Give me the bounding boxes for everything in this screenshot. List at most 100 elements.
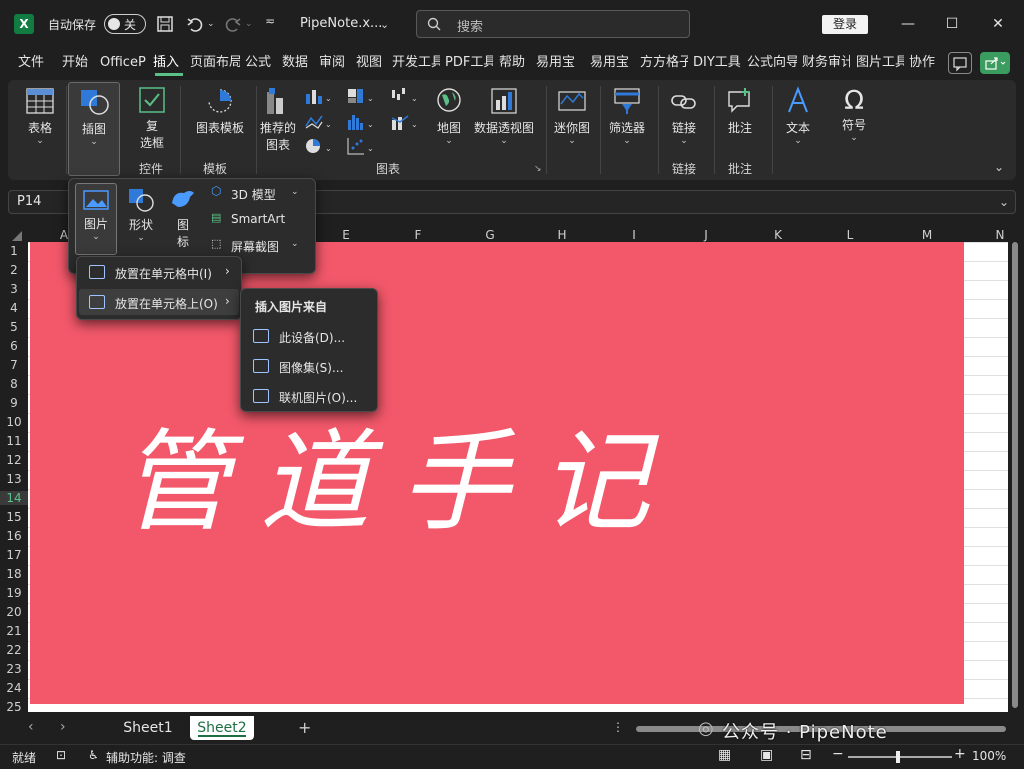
- tab-review[interactable]: 审阅: [319, 50, 351, 76]
- collapse-ribbon-icon[interactable]: ⌄: [994, 160, 1004, 174]
- scroll-right-icon[interactable]: ›: [60, 719, 66, 735]
- screenshot-button[interactable]: ⬚ 屏幕截图 ⌄: [209, 235, 305, 257]
- sheet-tab-active[interactable]: Sheet2: [190, 716, 254, 740]
- comment-button[interactable]: 批注: [720, 86, 760, 136]
- tab-view[interactable]: 视图: [356, 50, 388, 76]
- tab-diy-tools[interactable]: DIY工具: [693, 50, 741, 76]
- scroll-left-icon[interactable]: ‹: [28, 719, 34, 735]
- line-chart-icon[interactable]: ⌄: [304, 112, 332, 132]
- filters-button[interactable]: 筛选器 ⌄: [606, 86, 648, 146]
- dialog-launcher-icon[interactable]: ↘: [534, 164, 542, 174]
- vertical-scrollbar[interactable]: [1008, 242, 1022, 712]
- pivot-chart-button[interactable]: 数据透视图 ⌄: [472, 86, 536, 146]
- column-header[interactable]: J: [700, 228, 712, 242]
- accessibility-status[interactable]: 辅助功能: 调查: [106, 749, 186, 766]
- row-header[interactable]: 15: [0, 510, 28, 524]
- save-icon[interactable]: [156, 15, 174, 33]
- tab-help[interactable]: 帮助: [499, 50, 531, 76]
- row-header[interactable]: 1: [0, 244, 28, 258]
- tab-pdf-tools[interactable]: PDF工具: [445, 50, 493, 76]
- zoom-in-icon[interactable]: +: [954, 746, 966, 762]
- file-name[interactable]: PipeNote.x...: [300, 16, 382, 31]
- column-header[interactable]: F: [412, 228, 424, 242]
- pie-chart-small-icon[interactable]: ⌄: [304, 136, 332, 156]
- name-box[interactable]: P14: [17, 194, 41, 209]
- filename-chevron-icon[interactable]: ⌄: [380, 18, 389, 31]
- row-header[interactable]: 22: [0, 643, 28, 657]
- row-header[interactable]: 6: [0, 339, 28, 353]
- map-button[interactable]: 地图 ⌄: [432, 86, 466, 146]
- shapes-button[interactable]: 形状 ⌄: [123, 183, 159, 243]
- 3d-models-button[interactable]: ⬡ 3D 模型 ⌄: [209, 183, 305, 205]
- row-header[interactable]: 13: [0, 472, 28, 486]
- minimize-icon[interactable]: —: [896, 12, 920, 36]
- redo-icon[interactable]: [224, 15, 242, 33]
- row-header[interactable]: 3: [0, 282, 28, 296]
- column-header[interactable]: G: [484, 228, 496, 242]
- table-button[interactable]: 表格 ⌄: [20, 86, 60, 146]
- tab-picture-tools[interactable]: 图片工具: [856, 50, 904, 76]
- maximize-icon[interactable]: ☐: [940, 12, 964, 36]
- combo-chart-icon[interactable]: ⌄: [390, 112, 418, 132]
- recommended-charts-button[interactable]: 推荐的 图表: [258, 86, 298, 153]
- pictures-button[interactable]: 图片 ⌄: [75, 183, 117, 255]
- zoom-out-icon[interactable]: −: [832, 746, 844, 762]
- smartart-button[interactable]: ▤ SmartArt: [209, 209, 305, 231]
- scrollbar-thumb[interactable]: [1012, 242, 1018, 708]
- sparklines-button[interactable]: 迷你图 ⌄: [552, 86, 592, 146]
- tab-home[interactable]: 开始: [62, 50, 94, 76]
- row-header[interactable]: 20: [0, 605, 28, 619]
- autosave-toggle[interactable]: 关: [104, 14, 146, 34]
- close-icon[interactable]: ✕: [986, 12, 1010, 36]
- comments-icon[interactable]: [948, 52, 972, 74]
- row-header[interactable]: 10: [0, 415, 28, 429]
- tab-data[interactable]: 数据: [282, 50, 314, 76]
- page-layout-view-icon[interactable]: ▣: [760, 747, 773, 763]
- select-all-corner[interactable]: [8, 230, 22, 241]
- tab-developer[interactable]: 开发工具: [392, 50, 440, 76]
- tab-finance-audit[interactable]: 财务审计: [802, 50, 850, 76]
- symbols-button[interactable]: Ω 符号 ⌄: [834, 86, 874, 143]
- row-header[interactable]: 4: [0, 301, 28, 315]
- tab-yiyongbao-1[interactable]: 易用宝: [536, 50, 580, 76]
- column-header[interactable]: M: [920, 228, 934, 242]
- row-header[interactable]: 5: [0, 320, 28, 334]
- tab-insert[interactable]: 插入: [153, 50, 185, 76]
- sheet-tab[interactable]: Sheet1: [112, 716, 184, 740]
- checkbox-button[interactable]: 复 选框: [132, 86, 172, 151]
- share-icon[interactable]: [980, 52, 1010, 74]
- scatter-chart-icon[interactable]: ⌄: [346, 136, 374, 156]
- undo-icon[interactable]: [186, 15, 204, 33]
- hierarchy-chart-icon[interactable]: ⌄: [346, 86, 374, 106]
- row-header[interactable]: 12: [0, 453, 28, 467]
- row-header[interactable]: 21: [0, 624, 28, 638]
- accessibility-icon[interactable]: ♿: [88, 748, 99, 762]
- column-header[interactable]: N: [994, 228, 1006, 242]
- tab-formula-wizard[interactable]: 公式向导: [747, 50, 797, 76]
- column-header[interactable]: E: [340, 228, 352, 242]
- row-header[interactable]: 24: [0, 681, 28, 695]
- link-button[interactable]: 链接 ⌄: [664, 86, 704, 146]
- row-header[interactable]: 7: [0, 358, 28, 372]
- row-header[interactable]: 17: [0, 548, 28, 562]
- row-header[interactable]: 19: [0, 586, 28, 600]
- this-device-item[interactable]: 此设备(D)...: [243, 323, 375, 349]
- login-button[interactable]: 登录: [822, 15, 868, 34]
- zoom-slider-thumb[interactable]: [896, 751, 900, 763]
- row-header[interactable]: 2: [0, 263, 28, 277]
- zoom-level[interactable]: 100%: [972, 749, 1006, 763]
- undo-dropdown-icon[interactable]: ⌄: [207, 19, 215, 29]
- normal-view-icon[interactable]: ▦: [718, 747, 731, 763]
- row-header[interactable]: 8: [0, 377, 28, 391]
- column-chart-icon[interactable]: ⌄: [304, 86, 332, 106]
- chart-template-button[interactable]: 图表模板: [188, 86, 252, 136]
- row-header[interactable]: 11: [0, 434, 28, 448]
- row-header[interactable]: 16: [0, 529, 28, 543]
- customize-qat-icon[interactable]: ≂: [265, 14, 275, 28]
- redo-dropdown-icon[interactable]: ⌄: [245, 19, 253, 29]
- search-box[interactable]: 搜索: [416, 10, 690, 38]
- tab-page-layout[interactable]: 页面布局: [190, 50, 240, 76]
- expand-formula-bar-icon[interactable]: ⌄: [999, 195, 1009, 209]
- tab-file[interactable]: 文件: [18, 50, 50, 76]
- tab-officep[interactable]: OfficeP: [100, 50, 148, 76]
